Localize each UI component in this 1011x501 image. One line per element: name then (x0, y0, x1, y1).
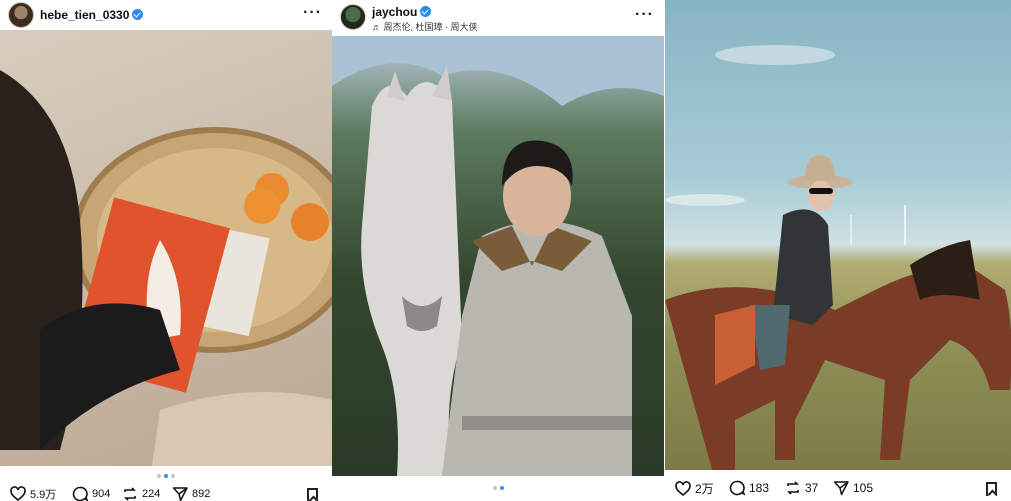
post-photo[interactable] (0, 30, 332, 466)
bookmark-icon[interactable] (986, 482, 997, 496)
avatar[interactable] (340, 4, 366, 30)
carousel-dots[interactable] (332, 486, 664, 490)
username-text[interactable]: hebe_tien_0330 (40, 8, 129, 22)
carousel-dot-active[interactable] (164, 474, 168, 478)
like-button[interactable]: 5.9万 (10, 486, 56, 501)
share-count: 892 (192, 488, 211, 500)
verified-badge-icon (420, 6, 432, 17)
more-icon[interactable]: ··· (635, 6, 654, 24)
username[interactable]: jaychou (372, 5, 432, 19)
hat-crown (805, 155, 835, 180)
action-bar: 2万 183 37 105 (675, 480, 1001, 500)
repost-button[interactable]: 37 (785, 480, 818, 496)
carousel-dot-active[interactable] (499, 486, 504, 490)
repost-icon (787, 481, 799, 495)
comment-button[interactable]: 904 (72, 486, 110, 501)
heart-icon (675, 480, 691, 496)
share-button[interactable]: 105 (833, 480, 873, 496)
carousel-dot[interactable] (157, 474, 161, 478)
post-hebe: hebe_tien_0330 ··· 5.9万 904 224 892 (0, 0, 332, 501)
carousel-dot[interactable] (171, 474, 175, 478)
photo-illustration (332, 36, 664, 476)
post-horse-rider: 2万 183 37 105 (665, 0, 1011, 501)
like-count: 5.9万 (30, 489, 57, 501)
music-attribution[interactable]: ♬ 周杰伦, 杜国璋 · 周大侠 (372, 20, 478, 33)
post-photo[interactable] (332, 36, 664, 476)
post-photo[interactable] (665, 0, 1011, 470)
repost-count: 224 (142, 488, 161, 500)
sunglasses (809, 188, 833, 194)
orange-fruit (244, 188, 280, 224)
repost-icon (124, 487, 136, 501)
comment-count: 904 (92, 488, 111, 500)
post-jaychou: jaychou ♬ 周杰伦, 杜国璋 · 周大侠 ··· (332, 0, 664, 501)
share-count: 105 (853, 481, 874, 495)
like-count: 2万 (695, 482, 714, 496)
post-header: jaychou ♬ 周杰伦, 杜国璋 · 周大侠 ··· (332, 0, 664, 36)
cloud (715, 45, 835, 65)
repost-count: 37 (805, 481, 819, 495)
username-text[interactable]: jaychou (372, 5, 417, 19)
repost-button[interactable]: 224 (122, 486, 160, 501)
knit-fabric (152, 392, 332, 466)
share-button[interactable]: 892 (172, 486, 210, 501)
coat-belt (462, 416, 632, 430)
photo-illustration (665, 45, 1011, 470)
face (808, 181, 834, 211)
comment-icon (72, 486, 88, 501)
username[interactable]: hebe_tien_0330 (40, 8, 144, 22)
comment-icon (729, 480, 745, 496)
photo-illustration (0, 70, 332, 466)
verified-badge-icon (132, 9, 144, 20)
comment-count: 183 (749, 481, 770, 495)
carousel-dots[interactable] (0, 474, 332, 478)
send-icon (833, 481, 849, 496)
carousel-dot[interactable] (492, 486, 497, 490)
heart-icon (10, 486, 26, 501)
action-bar: 5.9万 904 224 892 (10, 486, 322, 501)
orange-fruit (291, 203, 329, 241)
horse-mane (910, 240, 980, 300)
avatar[interactable] (8, 2, 34, 28)
feed-collage: hebe_tien_0330 ··· 5.9万 904 224 892 jayc… (0, 0, 1011, 501)
more-icon[interactable]: ··· (303, 4, 322, 22)
white-horse (361, 82, 462, 476)
like-button[interactable]: 2万 (675, 480, 714, 497)
cloud (665, 194, 745, 206)
comment-button[interactable]: 183 (729, 480, 769, 496)
bookmark-icon[interactable] (307, 488, 318, 501)
send-icon (172, 487, 188, 501)
post-header: hebe_tien_0330 ··· (0, 0, 332, 30)
